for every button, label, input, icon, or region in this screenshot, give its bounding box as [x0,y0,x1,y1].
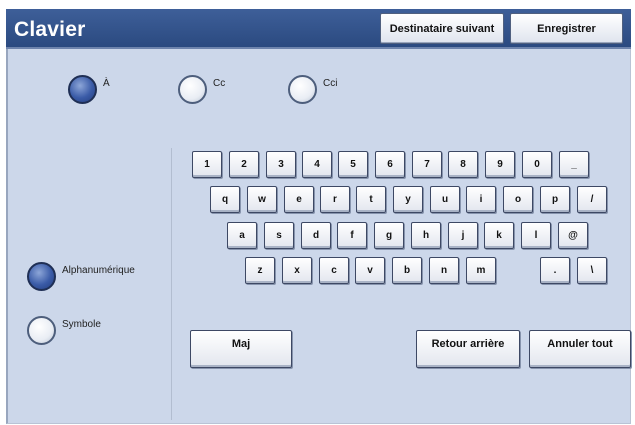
radio-alphanumeric[interactable]: Alphanumérique [27,262,135,291]
key-m[interactable]: m [466,257,496,284]
key-4[interactable]: 4 [302,151,332,178]
key-o[interactable]: o [503,186,533,213]
key-u[interactable]: u [430,186,460,213]
key-1[interactable]: 1 [192,151,222,178]
radio-indicator [288,75,317,104]
key-z[interactable]: z [245,257,275,284]
radio-bcc-label: Cci [323,78,338,89]
key-q[interactable]: q [210,186,240,213]
key-r[interactable]: r [320,186,350,213]
key-b[interactable]: b [392,257,422,284]
radio-symbol-label: Symbole [62,319,101,330]
shift-button[interactable]: Maj [190,330,292,368]
radio-indicator [178,75,207,104]
key-i[interactable]: i [466,186,496,213]
next-recipient-button[interactable]: Destinataire suivant [380,13,504,44]
key-v[interactable]: v [355,257,385,284]
key-j[interactable]: j [448,222,478,249]
key-8[interactable]: 8 [448,151,478,178]
key-e[interactable]: e [284,186,314,213]
radio-bcc[interactable]: Cci [288,75,337,104]
key-3[interactable]: 3 [266,151,296,178]
key-t[interactable]: t [356,186,386,213]
key-backslash[interactable]: \ [577,257,607,284]
key-p[interactable]: p [540,186,570,213]
key-period[interactable]: . [540,257,570,284]
key-7[interactable]: 7 [412,151,442,178]
key-d[interactable]: d [301,222,331,249]
key-0[interactable]: 0 [522,151,552,178]
radio-symbol[interactable]: Symbole [27,316,101,345]
radio-indicator [27,316,56,345]
key-h[interactable]: h [411,222,441,249]
key-g[interactable]: g [374,222,404,249]
panel-divider [171,148,172,420]
key-c[interactable]: c [319,257,349,284]
radio-cc-label: Cc [213,78,226,89]
key-l[interactable]: l [521,222,551,249]
radio-cc[interactable]: Cc [178,75,225,104]
save-button[interactable]: Enregistrer [510,13,623,44]
title-bar: Clavier Destinataire suivant Enregistrer [6,9,631,49]
key-x[interactable]: x [282,257,312,284]
page-title: Clavier [14,18,86,41]
radio-indicator [68,75,97,104]
radio-to[interactable]: À [68,75,110,104]
key-6[interactable]: 6 [375,151,405,178]
key-w[interactable]: w [247,186,277,213]
key-at[interactable]: @ [558,222,588,249]
key-9[interactable]: 9 [485,151,515,178]
radio-indicator [27,262,56,291]
radio-alphanumeric-label: Alphanumérique [62,265,135,276]
key-f[interactable]: f [337,222,367,249]
key-slash[interactable]: / [577,186,607,213]
key-a[interactable]: a [227,222,257,249]
key-n[interactable]: n [429,257,459,284]
key-k[interactable]: k [484,222,514,249]
key-s[interactable]: s [264,222,294,249]
radio-to-label: À [103,78,110,89]
key-2[interactable]: 2 [229,151,259,178]
key-5[interactable]: 5 [338,151,368,178]
backspace-button[interactable]: Retour arrière [416,330,520,368]
key-y[interactable]: y [393,186,423,213]
key-underscore[interactable]: _ [559,151,589,178]
clear-all-button[interactable]: Annuler tout [529,330,631,368]
